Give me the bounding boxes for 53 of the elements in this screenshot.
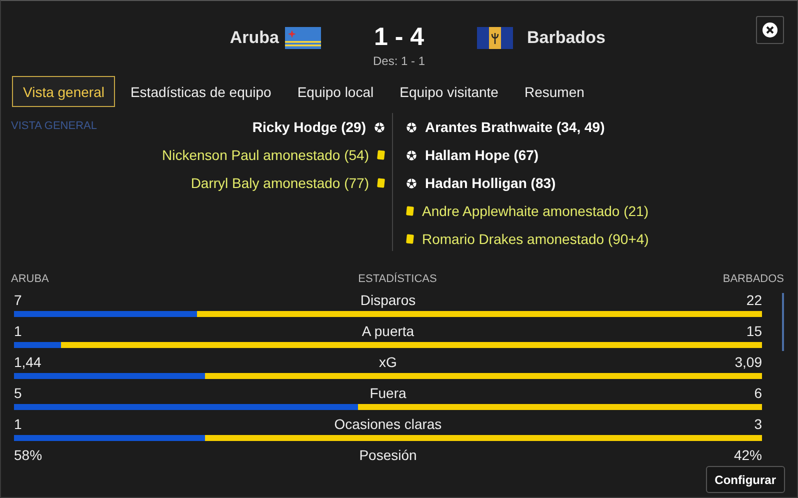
booking-card-icon xyxy=(377,150,385,160)
scrollbar[interactable] xyxy=(782,293,784,351)
away-team-name: Barbados xyxy=(527,28,606,48)
home-stat-value: 1 xyxy=(14,322,23,338)
football-icon xyxy=(406,178,417,188)
away-stat-value: 6 xyxy=(753,384,762,400)
match-event: Ricky Hodge (29) xyxy=(252,119,366,135)
match-event: Hadan Holligan (83) xyxy=(425,175,556,191)
close-button[interactable] xyxy=(756,16,784,44)
section-label: VISTA GENERAL xyxy=(10,119,97,132)
match-event: Darryl Baly amonestado (77) xyxy=(190,175,369,191)
match-score: 1 - 4 xyxy=(372,23,426,52)
stat-label: Ocasiones claras xyxy=(334,416,442,432)
away-stat-value: 3 xyxy=(753,416,762,432)
tab[interactable]: Equipo local xyxy=(286,76,385,107)
away-stat-value: 22 xyxy=(745,292,762,308)
flag-icon xyxy=(477,26,513,48)
stat-label: Fuera xyxy=(370,384,406,400)
match-event: Arantes Brathwaite (34, 49) xyxy=(425,119,605,135)
home-stat-value: 5 xyxy=(14,384,23,400)
tab[interactable]: Estadísticas de equipo xyxy=(119,76,282,107)
match-event: Hallam Hope (67) xyxy=(425,147,539,163)
stats-title: ESTADÍSTICAS xyxy=(358,272,437,284)
stat-label: xG xyxy=(379,354,397,370)
away-stat-value: 15 xyxy=(745,322,762,338)
home-stat-value: 7 xyxy=(14,292,23,308)
football-icon xyxy=(406,150,417,160)
booking-card-icon xyxy=(406,206,414,216)
home-team-name: Aruba xyxy=(230,28,279,48)
tab[interactable]: Equipo visitante xyxy=(388,76,510,107)
away-column-label: BARBADOS xyxy=(722,272,784,284)
stat-label: Posesión xyxy=(359,446,417,462)
football-icon xyxy=(406,122,417,132)
home-stat-value: 1 xyxy=(14,416,23,432)
home-stat-value: 58% xyxy=(14,446,44,462)
tab[interactable]: Resumen xyxy=(513,76,596,107)
close-icon xyxy=(762,22,778,38)
flag-icon xyxy=(285,26,321,48)
match-event: Andre Applewhaite amonestado (21) xyxy=(422,203,648,219)
booking-card-icon xyxy=(406,234,414,244)
football-icon xyxy=(374,122,385,132)
stat-label: Disparos xyxy=(360,292,416,308)
home-stat-value: 1,44 xyxy=(14,354,42,370)
match-event: Romario Drakes amonestado (90+4) xyxy=(422,231,649,247)
home-column-label: ARUBA xyxy=(11,272,50,284)
match-event: Nickenson Paul amonestado (54) xyxy=(162,147,369,163)
away-stat-value: 3,09 xyxy=(734,354,762,370)
halftime-score: Des: 1 - 1 xyxy=(372,54,426,68)
tab[interactable]: Vista general xyxy=(12,76,116,107)
configure-button[interactable]: Configurar xyxy=(706,466,785,493)
away-stat-value: 42% xyxy=(732,446,762,462)
booking-card-icon xyxy=(377,178,385,188)
stat-label: A puerta xyxy=(362,322,414,338)
